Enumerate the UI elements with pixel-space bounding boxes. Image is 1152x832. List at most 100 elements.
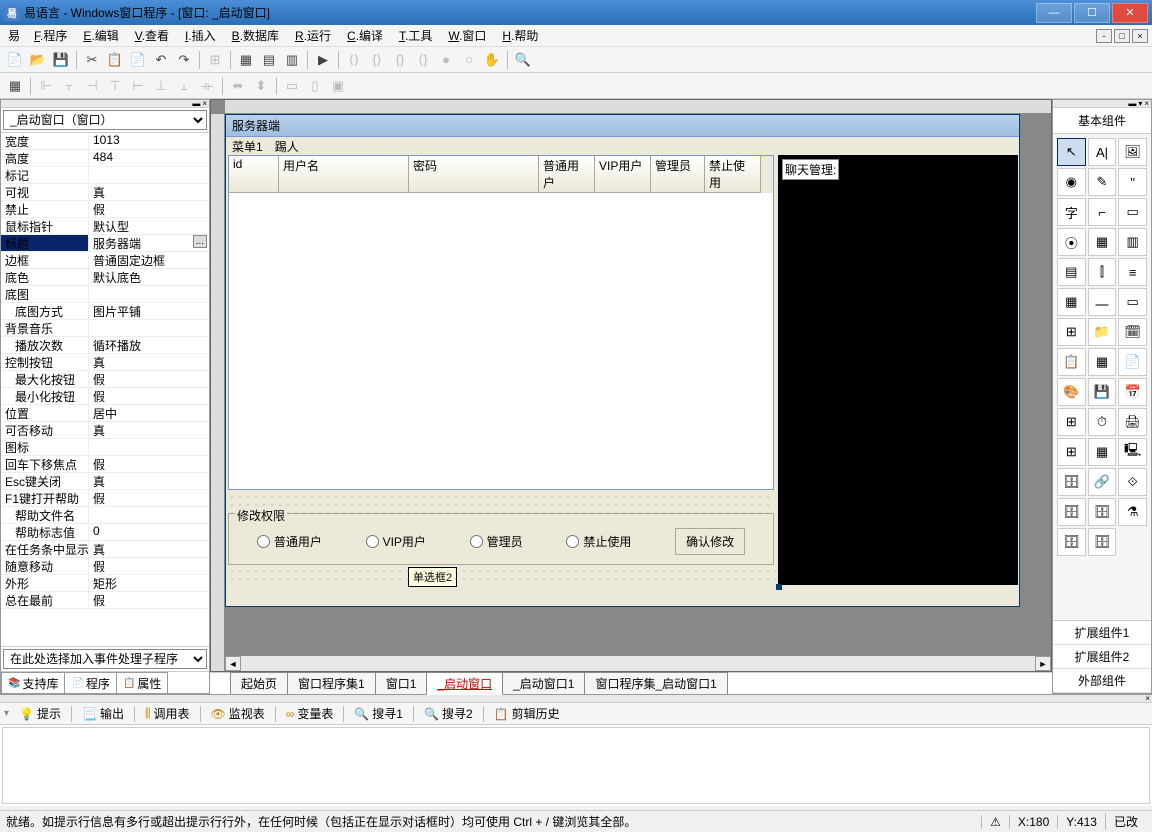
close-button[interactable]: ✕ [1112,3,1148,23]
property-value[interactable]: 普通固定边框 [89,252,209,268]
align-right[interactable]: ⊣ [81,75,103,97]
property-value[interactable]: 假 [89,371,209,387]
doc-tab[interactable]: 窗口1 [375,672,428,694]
menu-item[interactable]: W.窗口 [440,29,494,43]
property-value[interactable]: 484 [89,150,209,166]
component-item[interactable]: " [1118,168,1147,196]
panel-close-icon[interactable]: × [1144,99,1149,108]
component-item[interactable]: ▦ [1088,348,1117,376]
property-value[interactable]: 假 [89,592,209,608]
property-value[interactable]: 真 [89,473,209,489]
component-item[interactable]: ▦ [1088,228,1117,256]
left-tab[interactable]: 📋属性 [116,672,168,693]
property-value[interactable] [89,507,209,523]
column-header[interactable]: id [229,156,279,193]
component-item[interactable]: ▦ [1088,438,1117,466]
component-item[interactable]: ⏱ [1088,408,1117,436]
output-tab[interactable]: 📋剪辑历史 [488,703,566,724]
same-width[interactable]: ⬌ [227,75,249,97]
property-row[interactable]: 边框普通固定边框 [1,252,209,269]
scroll-left-icon[interactable]: ◄ [225,656,241,671]
component-item[interactable]: ⦿ [1057,228,1086,256]
panel-close-icon[interactable]: × [202,99,207,108]
property-row[interactable]: 可视真 [1,184,209,201]
output-tab[interactable]: 📃输出 [76,703,130,724]
align-middle[interactable]: ⊢ [127,75,149,97]
column-header[interactable]: 普通用户 [539,156,595,193]
component-item[interactable]: 🎨 [1057,378,1086,406]
menu-item[interactable]: T.工具 [391,29,440,43]
property-row[interactable]: 底图方式图片平铺 [1,303,209,320]
step2-button[interactable]: {⟩ [366,49,388,71]
component-item[interactable]: ✎ [1088,168,1117,196]
component-item[interactable]: 🗄 [1057,468,1086,496]
component-item[interactable]: ◉ [1057,168,1086,196]
radio-option[interactable]: 禁止使用 [566,533,631,550]
doc-tab[interactable]: _启动窗口 [426,672,503,695]
copy-button[interactable]: 📋 [104,49,126,71]
component-item[interactable]: 📄 [1118,348,1147,376]
component-item[interactable]: 字 [1057,198,1086,226]
column-header[interactable]: 用户名 [279,156,409,193]
radio-option[interactable]: 管理员 [470,533,523,550]
doc-tab[interactable]: 起始页 [230,672,288,694]
panel-menu-icon[interactable]: ▾ [1138,99,1142,108]
property-value[interactable]: 0 [89,524,209,540]
confirm-button[interactable]: 确认修改 [675,528,745,555]
property-value[interactable] [89,167,209,183]
new-button[interactable]: 📄 [4,49,26,71]
property-row[interactable]: 控制按钮真 [1,354,209,371]
doc-tab[interactable]: 窗口程序集1 [287,672,376,694]
component-item[interactable]: ▭ [1118,288,1147,316]
property-value[interactable]: 真 [89,422,209,438]
column-header[interactable]: VIP用户 [595,156,651,193]
property-row[interactable]: 宽度1013 [1,133,209,150]
component-item[interactable]: ≡ [1118,258,1147,286]
scroll-right-icon[interactable]: ► [1035,656,1051,671]
align-left[interactable]: ⊩ [35,75,57,97]
property-value[interactable]: 图片平铺 [89,303,209,319]
property-row[interactable]: 禁止假 [1,201,209,218]
property-value[interactable]: 默认底色 [89,269,209,285]
dist-v[interactable]: ⟛ [196,75,218,97]
doc-tab[interactable]: 窗口程序集_启动窗口1 [584,672,727,694]
property-row[interactable]: 最大化按钮假 [1,371,209,388]
property-row[interactable]: 底图 [1,286,209,303]
object-selector[interactable]: _启动窗口（窗口） [3,110,207,130]
step3-button[interactable]: {} [389,49,411,71]
palette-tab[interactable]: 扩展组件2 [1053,645,1151,669]
property-row[interactable]: 最小化按钮假 [1,388,209,405]
property-value[interactable]: 真 [89,354,209,370]
menu-item[interactable]: C.编译 [339,29,391,43]
property-row[interactable]: 播放次数循环播放 [1,337,209,354]
menu-item[interactable]: E.编辑 [75,29,126,43]
open-button[interactable]: 📂 [27,49,49,71]
undo-button[interactable]: ↶ [150,49,172,71]
chevron-down-icon[interactable]: ▾ [4,708,9,719]
property-row[interactable]: 标题服务器端 [1,235,209,252]
radio-option[interactable]: VIP用户 [366,533,426,550]
paste-button[interactable]: 📄 [127,49,149,71]
palette-tab[interactable]: 外部组件 [1053,669,1151,693]
property-value[interactable]: 真 [89,184,209,200]
property-row[interactable]: 帮助标志值0 [1,524,209,541]
selection-handle[interactable] [776,584,782,590]
property-row[interactable]: 底色默认底色 [1,269,209,286]
radio-option[interactable]: 普通用户 [257,533,322,550]
output-tab[interactable]: ∞变量表 [280,703,340,724]
property-value[interactable]: 假 [89,490,209,506]
component-item[interactable]: 🗄 [1057,528,1086,556]
component-item[interactable]: ⎼ [1088,288,1117,316]
run-button[interactable]: ▶ [312,49,334,71]
hand-button[interactable]: ✋ [481,49,503,71]
property-value[interactable]: 假 [89,456,209,472]
mdi-close[interactable]: × [1132,29,1148,43]
component-item[interactable]: A| [1088,138,1117,166]
bp-button[interactable]: ● [435,49,457,71]
property-value[interactable]: 矩形 [89,575,209,591]
maximize-button[interactable]: ☐ [1074,3,1110,23]
redo-button[interactable]: ↷ [173,49,195,71]
property-grid[interactable]: 宽度1013高度484标记可视真禁止假鼠标指针默认型标题服务器端边框普通固定边框… [1,132,209,646]
property-value[interactable] [89,320,209,336]
output-tab[interactable]: 💡提示 [13,703,67,724]
